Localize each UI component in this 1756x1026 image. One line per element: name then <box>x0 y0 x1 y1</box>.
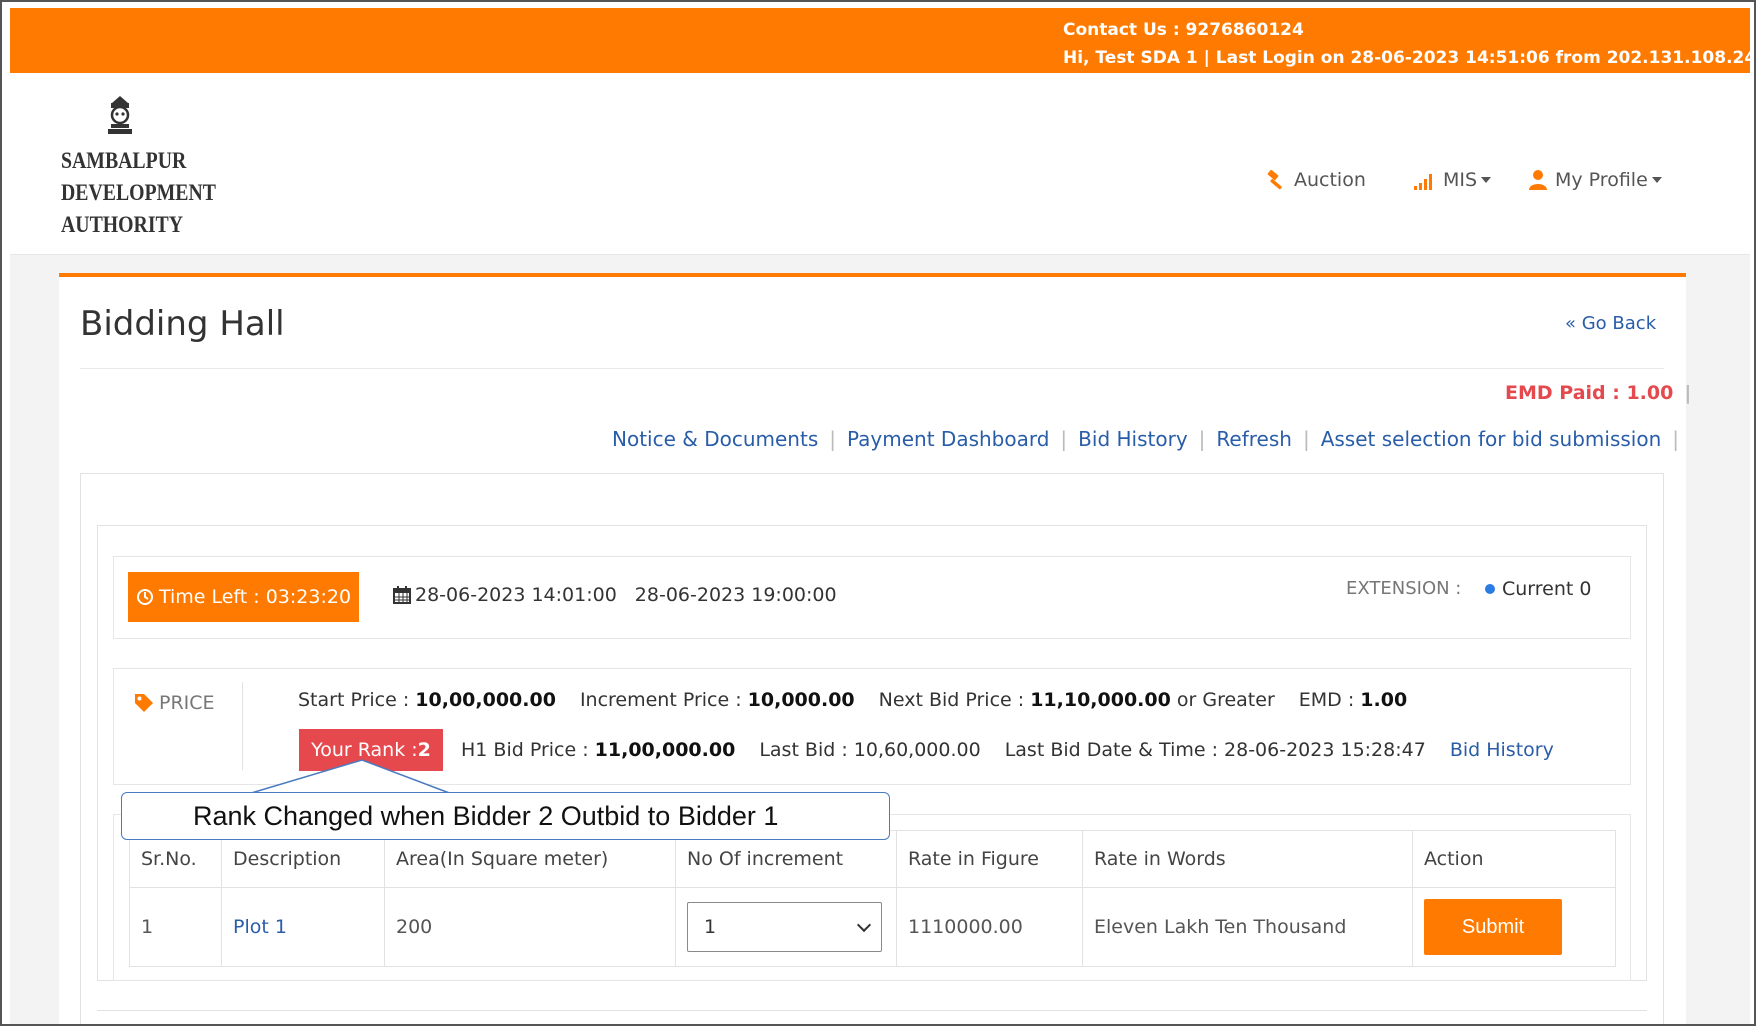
extension-label: EXTENSION : <box>1346 578 1462 599</box>
start-price-value: 10,00,000.00 <box>415 689 556 711</box>
table-row: 1 Plot 1 200 1 1110000.00 Eleven Lakh Te… <box>129 887 1616 967</box>
bid-history-inline-link[interactable]: Bid History <box>1450 739 1554 761</box>
action-cell: Submit <box>1412 887 1616 967</box>
notice-documents-link[interactable]: Notice & Documents <box>612 427 818 451</box>
page-title: Bidding Hall <box>80 304 285 344</box>
top-bar: Contact Us : 9276860124 Hi, Test SDA 1 |… <box>10 8 1754 73</box>
annotation-text: Rank Changed when Bidder 2 Outbid to Bid… <box>193 800 779 831</box>
chevron-down-icon <box>856 917 872 932</box>
price-label: PRICE <box>133 692 215 714</box>
next-bid-label: Next Bid Price : <box>878 689 1031 711</box>
sr-no-cell: 1 <box>129 887 222 967</box>
column-header: Rate in Figure <box>896 830 1083 888</box>
nav-mis-label: MIS <box>1443 169 1478 191</box>
rank-label: Your Rank : <box>311 739 418 761</box>
price-details: Start Price : 10,00,000.00 Increment Pric… <box>298 689 1407 711</box>
rate-figure-cell: 1110000.00 <box>896 887 1083 967</box>
annotation-callout: Rank Changed when Bidder 2 Outbid to Bid… <box>121 792 890 840</box>
user-icon <box>1529 170 1547 190</box>
emd-paid-status: EMD Paid : 1.00 | <box>1505 382 1692 404</box>
emd-value: 1.00 <box>1360 689 1408 711</box>
start-date: 28-06-2023 14:01:00 <box>415 584 617 606</box>
login-greeting: Hi, Test SDA 1 | Last Login on 28-06-202… <box>1063 48 1756 68</box>
time-left-badge: Time Left : 03:23:20 <box>128 572 359 622</box>
next-section-edge <box>97 1010 1647 1024</box>
bid-history-link[interactable]: Bid History <box>1078 427 1187 451</box>
h1-value: 11,00,000.00 <box>594 739 736 761</box>
emd-label: EMD : <box>1298 689 1361 711</box>
browser-frame: Contact Us : 9276860124 Hi, Test SDA 1 |… <box>0 0 1756 1026</box>
logo-line-2: DEVELOPMENT <box>61 180 216 205</box>
rate-words-cell: Eleven Lakh Ten Thousand <box>1082 887 1413 967</box>
time-left-text: Time Left : 03:23:20 <box>158 586 352 608</box>
nav-auction[interactable]: Auction <box>1264 169 1366 191</box>
end-date: 28-06-2023 19:00:00 <box>634 584 837 606</box>
bid-details: H1 Bid Price : 11,00,000.00 Last Bid : 10… <box>461 739 1554 761</box>
nav-mis[interactable]: MIS <box>1413 169 1492 191</box>
increment-select-value: 1 <box>704 916 717 938</box>
organization-logo-text: SAMBALPUR DEVELOPMENT AUTHORITY <box>61 145 216 241</box>
column-header: Rate in Words <box>1082 830 1413 888</box>
auction-dates: 28-06-2023 14:01:00 28-06-2023 19:00:00 <box>392 584 837 606</box>
extension-current: Current 0 <box>1485 578 1592 600</box>
rank-value: 2 <box>417 739 431 761</box>
chevron-down-icon <box>1651 177 1662 183</box>
calendar-icon <box>393 586 411 604</box>
asset-selection-link[interactable]: Asset selection for bid submission <box>1321 427 1662 451</box>
extension-current-text: Current 0 <box>1502 578 1592 600</box>
divider <box>80 368 1664 369</box>
top-bar-info: Contact Us : 9276860124 Hi, Test SDA 1 |… <box>1063 16 1756 72</box>
column-header: Action <box>1412 830 1616 888</box>
h1-label: H1 Bid Price : <box>461 739 595 761</box>
chevron-down-icon <box>1481 177 1492 183</box>
price-tag-icon <box>135 694 153 712</box>
submit-button[interactable]: Submit <box>1424 899 1562 955</box>
nav-auction-label: Auction <box>1294 169 1366 191</box>
start-price-label: Start Price : <box>298 689 416 711</box>
next-bid-suffix: or Greater <box>1170 689 1275 711</box>
gavel-icon <box>1267 169 1282 190</box>
state-emblem-icon <box>108 96 132 134</box>
price-label-text: PRICE <box>159 692 215 714</box>
emd-paid-text: EMD Paid : 1.00 <box>1505 382 1674 404</box>
increment-price-label: Increment Price : <box>579 689 748 711</box>
contact-text: Contact Us : 9276860124 <box>1063 20 1304 40</box>
logo-line-1: SAMBALPUR <box>61 148 187 173</box>
go-back-link[interactable]: « Go Back <box>1565 313 1656 334</box>
last-bid: Last Bid : 10,60,000.00 <box>759 739 981 761</box>
description-link[interactable]: Plot 1 <box>221 887 385 967</box>
price-divider <box>242 682 243 770</box>
logo-line-3: AUTHORITY <box>61 212 183 237</box>
callout-pointer <box>247 759 453 795</box>
nav-profile-label: My Profile <box>1555 169 1648 191</box>
increment-price-value: 10,000.00 <box>747 689 855 711</box>
action-links: Notice & Documents | Payment Dashboard | Bid… <box>612 427 1680 451</box>
increment-select[interactable]: 1 <box>687 902 882 952</box>
last-bid-date: Last Bid Date & Time : 28-06-2023 15:28:… <box>1004 739 1426 761</box>
signal-bars-icon <box>1414 174 1432 190</box>
bid-table: Sr.No. Description Area(In Square meter)… <box>129 830 1616 967</box>
site-header: SAMBALPUR DEVELOPMENT AUTHORITY Auction <box>10 73 1750 255</box>
nav-my-profile[interactable]: My Profile <box>1529 169 1662 191</box>
status-dot-icon <box>1485 584 1495 594</box>
increment-cell: 1 <box>675 887 897 967</box>
refresh-link[interactable]: Refresh <box>1216 427 1292 451</box>
clock-icon <box>136 589 153 605</box>
area-cell: 200 <box>384 887 676 967</box>
payment-dashboard-link[interactable]: Payment Dashboard <box>847 427 1049 451</box>
next-bid-value: 11,10,000.00 <box>1030 689 1171 711</box>
